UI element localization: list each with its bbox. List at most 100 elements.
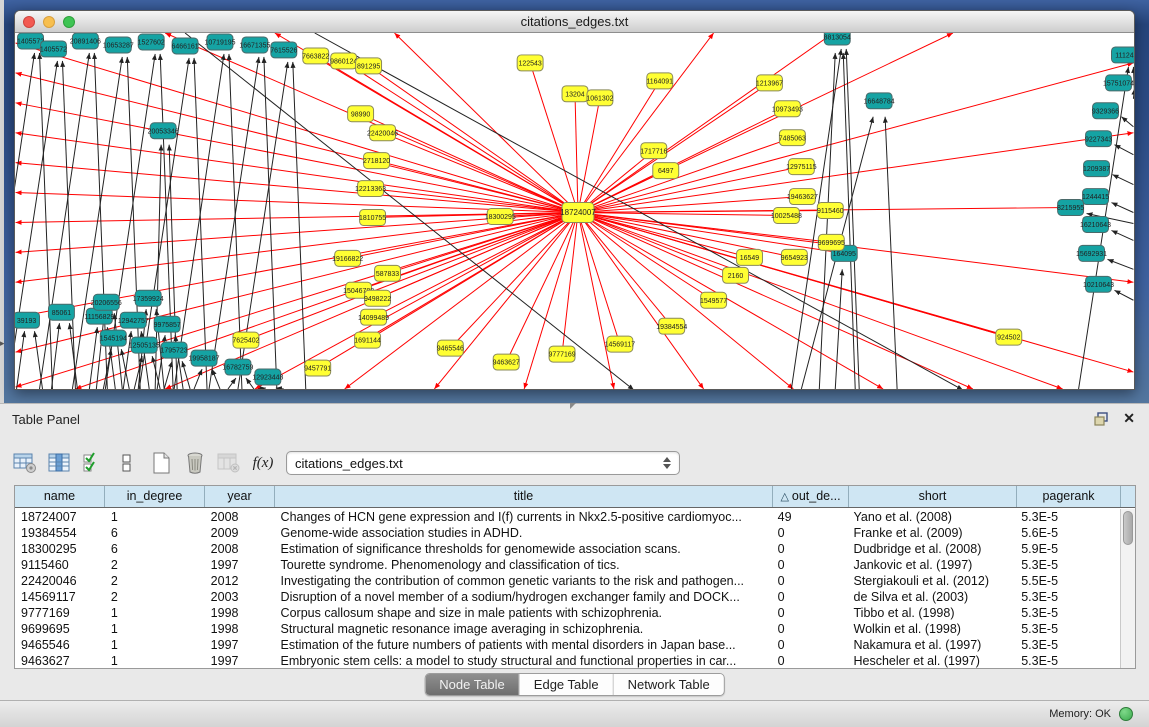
sort-ascending-icon: △ <box>780 491 788 503</box>
svg-text:85061: 85061 <box>52 310 72 317</box>
table-type-tabs: Node Table Edge Table Network Table <box>424 673 725 696</box>
minimize-window-icon[interactable] <box>43 16 55 28</box>
svg-text:11156829: 11156829 <box>84 314 114 321</box>
float-panel-icon[interactable] <box>1094 412 1109 426</box>
table-settings-icon[interactable] <box>10 449 40 477</box>
table-cell: 18724007 <box>15 509 105 525</box>
table-cell: 5.3E-5 <box>1015 509 1119 525</box>
collapsed-panel-marker[interactable]: ▸ <box>0 338 5 349</box>
table-cell: 1998 <box>205 621 275 637</box>
svg-text:20053346: 20053346 <box>148 128 179 135</box>
svg-text:2160: 2160 <box>728 273 744 280</box>
column-header[interactable]: name <box>15 486 105 507</box>
table-cell: 5.6E-5 <box>1015 525 1119 541</box>
table-body: 1872400712008Changes of HCN gene express… <box>15 509 1119 668</box>
table-cell: 18300295 <box>15 541 105 557</box>
column-header[interactable]: short <box>849 486 1017 507</box>
window-titlebar[interactable]: citations_edges.txt <box>15 11 1134 33</box>
table-cell: 5.9E-5 <box>1015 541 1119 557</box>
table-row[interactable]: 969969511998Structural magnetic resonanc… <box>15 621 1119 637</box>
column-header[interactable]: year <box>205 486 275 507</box>
svg-text:12923448: 12923448 <box>252 375 283 382</box>
table-cell: 1 <box>105 621 205 637</box>
tab-network-table[interactable]: Network Table <box>614 674 724 695</box>
column-header[interactable]: title <box>275 486 773 507</box>
svg-text:1795723: 1795723 <box>161 348 188 355</box>
table-row[interactable]: 1872400712008Changes of HCN gene express… <box>15 509 1119 525</box>
svg-text:39193: 39193 <box>17 318 37 325</box>
table-row[interactable]: 946362711997Embryonic stem cells: a mode… <box>15 653 1119 668</box>
svg-text:11124: 11124 <box>1115 53 1133 60</box>
create-table-icon[interactable] <box>146 449 176 477</box>
svg-text:1164091: 1164091 <box>646 78 673 85</box>
table-cell: 2008 <box>205 541 275 557</box>
svg-text:9115460: 9115460 <box>817 208 844 215</box>
table-cell: 0 <box>772 525 848 541</box>
select-mode-icon[interactable] <box>78 449 108 477</box>
table-selector-dropdown[interactable]: citations_edges.txt <box>286 451 680 475</box>
column-header[interactable]: △out_de... <box>773 486 849 507</box>
dropdown-arrows-icon <box>663 457 671 469</box>
memory-status-label: Memory: OK <box>1049 708 1111 720</box>
svg-text:16648784: 16648784 <box>864 98 895 105</box>
table-row[interactable]: 946554611997Estimation of the future num… <box>15 637 1119 653</box>
scrollbar-thumb[interactable] <box>1123 511 1133 545</box>
svg-text:19384554: 19384554 <box>656 324 687 331</box>
table-row[interactable]: 2242004622012Investigating the contribut… <box>15 573 1119 589</box>
table-cell: Yano et al. (2008) <box>848 509 1016 525</box>
table-cell: 5.5E-5 <box>1015 573 1119 589</box>
table-cell: 0 <box>772 653 848 668</box>
table-panel: ◤ Table Panel ✕ f(x) <box>0 403 1149 700</box>
panel-resize-handle[interactable]: ◤ <box>570 401 576 410</box>
svg-text:6466161: 6466161 <box>172 44 199 51</box>
svg-text:7663822: 7663822 <box>302 54 329 61</box>
column-header[interactable]: pagerank <box>1017 486 1121 507</box>
network-svg: 1405572140557220891406106532871527602646… <box>15 33 1134 389</box>
table-cell: 9777169 <box>15 605 105 621</box>
table-cell: 0 <box>772 589 848 605</box>
svg-text:12213363: 12213363 <box>355 186 386 193</box>
table-cell: 19384554 <box>15 525 105 541</box>
table-cell: 5.3E-5 <box>1015 653 1119 668</box>
close-window-icon[interactable] <box>23 16 35 28</box>
delete-column-icon[interactable] <box>214 449 244 477</box>
table-row[interactable]: 1938455462009Genome-wide association stu… <box>15 525 1119 541</box>
network-canvas[interactable]: 1405572140557220891406106532871527602646… <box>15 33 1134 389</box>
zoom-window-icon[interactable] <box>63 16 75 28</box>
svg-text:9463627: 9463627 <box>493 360 520 367</box>
svg-text:8215955: 8215955 <box>1057 205 1084 212</box>
table-row[interactable]: 1830029562008Estimation of significance … <box>15 541 1119 557</box>
table-panel-header: ◤ Table Panel ✕ <box>0 404 1149 434</box>
table-cell: Tibbo et al. (1998) <box>848 605 1016 621</box>
table-cell: Nakamura et al. (1997) <box>848 637 1016 653</box>
table-cell: 2012 <box>205 573 275 589</box>
svg-text:9457791: 9457791 <box>304 366 331 373</box>
table-cell: Structural magnetic resonance image aver… <box>275 621 772 637</box>
table-cell: Investigating the contribution of common… <box>275 573 772 589</box>
memory-ok-indicator[interactable] <box>1119 707 1133 721</box>
table-row[interactable]: 977716911998Corpus callosum shape and si… <box>15 605 1119 621</box>
delete-table-icon[interactable] <box>180 449 210 477</box>
close-panel-icon[interactable]: ✕ <box>1123 410 1135 427</box>
table-cell: 2003 <box>205 589 275 605</box>
show-columns-icon[interactable] <box>44 449 74 477</box>
table-row[interactable]: 1456911722003Disruption of a novel membe… <box>15 589 1119 605</box>
row-height-icon[interactable] <box>112 449 142 477</box>
svg-text:10973493: 10973493 <box>772 106 803 113</box>
table-cell: Franke et al. (2009) <box>848 525 1016 541</box>
function-builder-icon[interactable]: f(x) <box>248 449 278 477</box>
vertical-scrollbar[interactable] <box>1120 509 1135 668</box>
svg-text:9227343: 9227343 <box>1085 136 1112 143</box>
table-cell: 22420046 <box>15 573 105 589</box>
table-cell: 1997 <box>205 557 275 573</box>
tab-node-table[interactable]: Node Table <box>425 674 520 695</box>
svg-text:1244415: 1244415 <box>1082 194 1109 201</box>
column-header[interactable]: in_degree <box>105 486 205 507</box>
table-cell: 9465546 <box>15 637 105 653</box>
tab-edge-table[interactable]: Edge Table <box>520 674 614 695</box>
svg-text:15692931: 15692931 <box>1076 251 1107 258</box>
svg-text:924502: 924502 <box>997 335 1020 342</box>
network-view-window[interactable]: citations_edges.txt 14055721405572208914… <box>14 10 1135 390</box>
svg-text:122543: 122543 <box>518 61 541 68</box>
table-row[interactable]: 911546021997Tourette syndrome. Phenomeno… <box>15 557 1119 573</box>
